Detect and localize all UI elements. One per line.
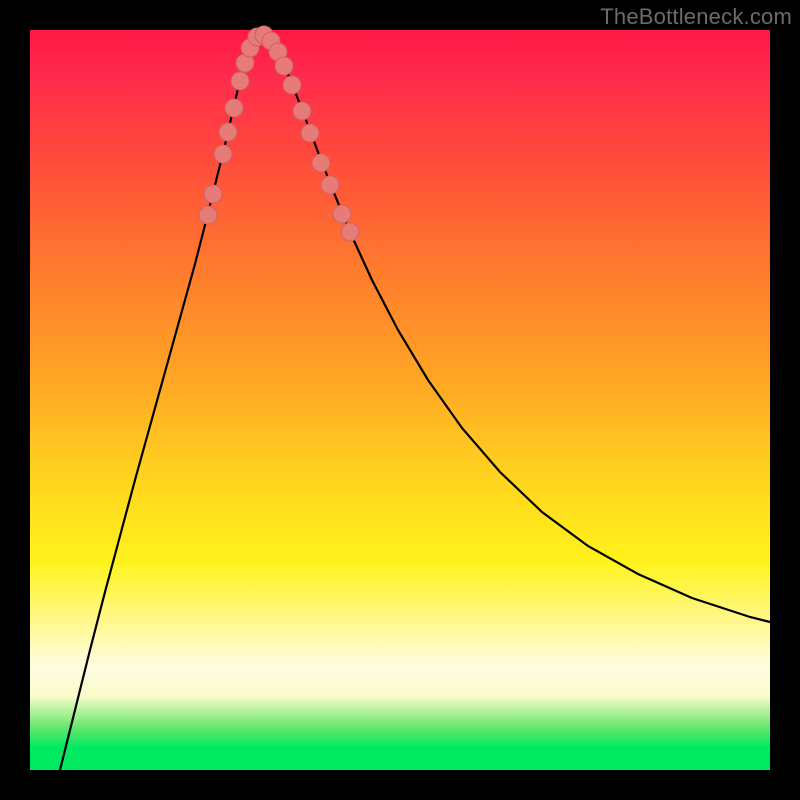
highlight-dot <box>341 223 359 241</box>
highlight-dot <box>293 102 311 120</box>
curve-right <box>262 34 770 622</box>
highlight-dot <box>283 76 301 94</box>
highlight-dot <box>231 72 249 90</box>
highlight-dot <box>321 176 339 194</box>
highlight-dots <box>199 26 359 241</box>
highlight-dot <box>312 154 330 172</box>
chart-frame: TheBottleneck.com <box>0 0 800 800</box>
highlight-dot <box>214 145 232 163</box>
highlight-dot <box>333 205 351 223</box>
highlight-dot <box>301 124 319 142</box>
highlight-dot <box>275 57 293 75</box>
plot-area <box>30 30 770 770</box>
highlight-dot <box>204 185 222 203</box>
watermark-text: TheBottleneck.com <box>600 4 792 30</box>
highlight-dot <box>199 206 217 224</box>
curve-left <box>60 34 262 770</box>
highlight-dot <box>225 99 243 117</box>
curve-svg <box>30 30 770 770</box>
highlight-dot <box>219 123 237 141</box>
